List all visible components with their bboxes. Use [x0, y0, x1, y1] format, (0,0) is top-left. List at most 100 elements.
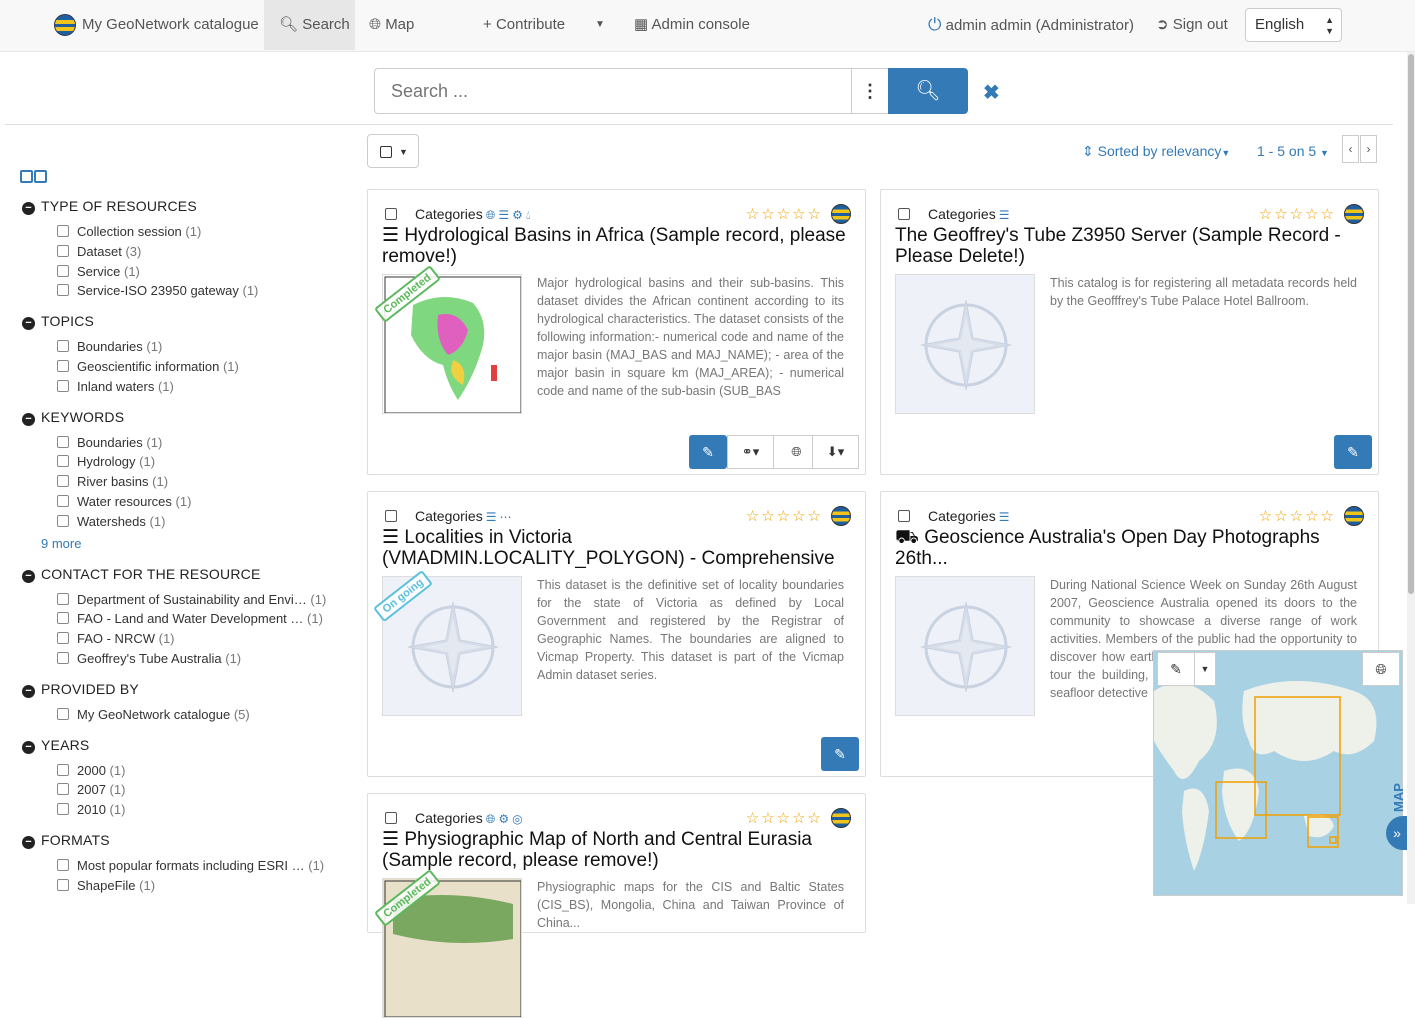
facet-checkbox[interactable]	[57, 379, 69, 392]
facet-item[interactable]: Service-ISO 23950 gateway (1)	[57, 281, 350, 301]
facet-checkbox[interactable]	[57, 495, 69, 508]
facet-item[interactable]: Inland waters (1)	[57, 377, 350, 397]
draw-pencil-button[interactable]: ✎	[1157, 652, 1195, 686]
select-all-dropdown[interactable]: ▼	[367, 134, 419, 168]
user-menu[interactable]: ⏻︎ admin admin (Administrator)	[928, 0, 1134, 50]
contribute-dropdown-caret-icon[interactable]: ▼	[595, 0, 605, 50]
rating-stars[interactable]: ☆☆☆☆☆	[1259, 507, 1336, 525]
links-dropdown[interactable]: ⚭▾	[727, 435, 774, 469]
facet-checkbox[interactable]	[57, 783, 69, 796]
facet-checkbox[interactable]	[57, 592, 69, 605]
nav-search[interactable]: 🔍︎ Search	[264, 0, 355, 50]
search-options-icon[interactable]: ⋮	[851, 68, 889, 114]
facet-group-title[interactable]: − KEYWORDS	[20, 407, 350, 429]
facet-checkbox[interactable]	[57, 632, 69, 645]
facet-item[interactable]: Water resources (1)	[57, 492, 350, 512]
facet-checkbox[interactable]	[57, 435, 69, 448]
nav-contribute[interactable]: + Contribute	[483, 0, 565, 50]
facet-checkbox[interactable]	[57, 859, 69, 871]
facet-checkbox[interactable]	[57, 244, 69, 257]
facet-item[interactable]: Most popular formats including ESRI … (1…	[57, 856, 350, 876]
edit-button[interactable]: ✎	[1334, 435, 1372, 469]
record-title[interactable]: ⛟ Geoscience Australia's Open Day Photog…	[895, 527, 1365, 569]
facet-item[interactable]: Geoscientific information (1)	[57, 357, 350, 377]
facet-group-title[interactable]: − CONTACT FOR THE RESOURCE	[20, 564, 350, 586]
facet-item[interactable]: ShapeFile (1)	[57, 876, 350, 896]
facet-item[interactable]: Boundaries (1)	[57, 433, 350, 453]
brand-link[interactable]: My GeoNetwork catalogue	[54, 0, 259, 50]
collapse-circle-icon[interactable]: −	[22, 684, 35, 698]
facet-checkbox[interactable]	[57, 360, 69, 373]
collapse-circle-icon[interactable]: −	[22, 412, 35, 426]
facet-checkbox[interactable]	[57, 225, 69, 238]
facet-item[interactable]: Collection session (1)	[57, 222, 350, 242]
facet-checkbox[interactable]	[57, 284, 69, 297]
facet-group-title[interactable]: − YEARS	[20, 735, 350, 757]
facet-item[interactable]: 2000 (1)	[57, 761, 350, 781]
collapse-circle-icon[interactable]: −	[22, 202, 35, 215]
rating-stars[interactable]: ☆☆☆☆☆	[1259, 205, 1336, 223]
sort-dropdown[interactable]: ⇕ Sorted by relevancy▼	[1082, 143, 1230, 160]
record-title[interactable]: The Geoffrey's Tube Z3950 Server (Sample…	[895, 225, 1365, 267]
rating-stars[interactable]: ☆☆☆☆☆	[746, 205, 823, 223]
facet-item[interactable]: Department of Sustainability and Envi… (…	[57, 590, 350, 610]
nav-map[interactable]: 🌐︎ Map	[369, 0, 414, 50]
select-record-checkbox[interactable]	[898, 208, 910, 220]
facet-group-title[interactable]: − TYPE OF RESOURCES	[20, 196, 350, 218]
edit-button[interactable]: ✎	[821, 737, 859, 771]
collapse-circle-icon[interactable]: −	[22, 835, 35, 849]
sign-out-link[interactable]: ➲ Sign out	[1156, 0, 1228, 50]
facet-item[interactable]: River basins (1)	[57, 472, 350, 492]
facet-item[interactable]: My GeoNetwork catalogue (5)	[57, 705, 350, 725]
facet-item[interactable]: FAO - Land and Water Development … (1)	[57, 609, 350, 629]
record-title[interactable]: ☰ Localities in Victoria (VMADMIN.LOCALI…	[382, 527, 852, 571]
facet-expand-toggle[interactable]	[20, 170, 50, 186]
mini-map[interactable]	[1153, 650, 1403, 896]
rating-stars[interactable]: ☆☆☆☆☆	[746, 507, 823, 525]
record-thumbnail[interactable]	[895, 576, 1035, 716]
facet-item[interactable]: Watersheds (1)	[57, 512, 350, 532]
download-dropdown[interactable]: ⬇︎▾	[812, 435, 859, 469]
facet-item[interactable]: 2010 (1)	[57, 800, 350, 820]
facet-item[interactable]: Hydrology (1)	[57, 452, 350, 472]
record-title[interactable]: ☰ Hydrological Basins in Africa (Sample …	[382, 225, 852, 267]
facet-group-title[interactable]: − PROVIDED BY	[20, 679, 350, 701]
draw-options-dropdown[interactable]: ▼	[1194, 652, 1216, 686]
select-record-checkbox[interactable]	[385, 812, 397, 824]
facet-checkbox[interactable]	[57, 707, 69, 720]
facet-group-title[interactable]: − TOPICS	[20, 311, 350, 333]
previous-page-button[interactable]: ‹	[1342, 135, 1359, 163]
language-select[interactable]: English ▲ ▼	[1245, 8, 1342, 42]
facet-checkbox[interactable]	[57, 878, 69, 891]
result-card[interactable]: Categories 🌐︎ ☰ ⚙ 💧︎ ☆☆☆☆☆ ☰ Hydrological Basi…	[367, 189, 866, 475]
facet-item[interactable]: Dataset (3)	[57, 242, 350, 262]
facet-group-title[interactable]: − FORMATS	[20, 830, 350, 852]
select-all-checkbox[interactable]	[380, 146, 392, 158]
search-button[interactable]: 🔍︎	[888, 68, 968, 114]
scrollbar-thumb[interactable]	[1408, 54, 1414, 594]
facet-more-link[interactable]: 9 more	[20, 534, 350, 554]
search-input[interactable]	[374, 68, 852, 114]
facet-checkbox[interactable]	[57, 514, 69, 527]
facet-checkbox[interactable]	[57, 652, 69, 665]
result-card[interactable]: Categories ☰ ⋯ ☆☆☆☆☆ ☰ Localities in Victori…	[367, 491, 866, 777]
page-scrollbar[interactable]	[1407, 52, 1415, 904]
pager-dropdown[interactable]: 1 - 5 on 5 ▼	[1257, 143, 1329, 159]
facet-checkbox[interactable]	[57, 455, 69, 468]
map-globe-button[interactable]: 🌐︎	[1362, 652, 1400, 686]
facet-item[interactable]: FAO - NRCW (1)	[57, 629, 350, 649]
facet-item[interactable]: Geoffrey's Tube Australia (1)	[57, 649, 350, 669]
facet-item[interactable]: Boundaries (1)	[57, 337, 350, 357]
facet-checkbox[interactable]	[57, 340, 69, 353]
facet-checkbox[interactable]	[57, 803, 69, 816]
edit-button[interactable]: ✎	[689, 435, 727, 469]
record-title[interactable]: ☰ Physiographic Map of North and Central…	[382, 829, 852, 871]
record-thumbnail[interactable]	[895, 274, 1035, 414]
collapse-all-icon[interactable]	[34, 170, 47, 183]
facet-checkbox[interactable]	[57, 763, 69, 776]
next-page-button[interactable]: ›	[1360, 135, 1377, 163]
facet-checkbox[interactable]	[57, 612, 69, 625]
expand-all-icon[interactable]	[20, 170, 33, 183]
select-record-checkbox[interactable]	[385, 208, 397, 220]
result-card[interactable]: Categories ☰ ☆☆☆☆☆ The Geoffrey's Tube Z395…	[880, 189, 1379, 475]
